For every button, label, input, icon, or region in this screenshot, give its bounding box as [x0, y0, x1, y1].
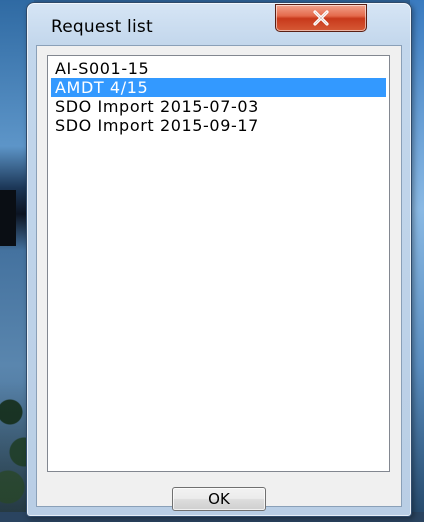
request-list-dialog: Request list AI-S001-15 AMDT 4/15 SDO Im… [26, 2, 412, 517]
close-button[interactable] [275, 4, 367, 32]
desktop-window-edge [0, 190, 16, 246]
dialog-client-area: AI-S001-15 AMDT 4/15 SDO Import 2015-07-… [36, 45, 402, 511]
list-item[interactable]: SDO Import 2015-09-17 [51, 116, 386, 135]
list-item-selected[interactable]: AMDT 4/15 [51, 78, 386, 97]
window-title: Request list [51, 17, 153, 37]
request-list-items: AI-S001-15 AMDT 4/15 SDO Import 2015-07-… [51, 59, 386, 135]
list-item[interactable]: SDO Import 2015-07-03 [51, 97, 386, 116]
list-item[interactable]: AI-S001-15 [51, 59, 386, 78]
ok-button[interactable]: OK [172, 487, 266, 511]
request-listbox[interactable]: AI-S001-15 AMDT 4/15 SDO Import 2015-07-… [47, 55, 390, 472]
desktop-wallpaper-right [410, 0, 424, 522]
close-icon [313, 10, 329, 26]
title-bar[interactable]: Request list [27, 3, 411, 45]
